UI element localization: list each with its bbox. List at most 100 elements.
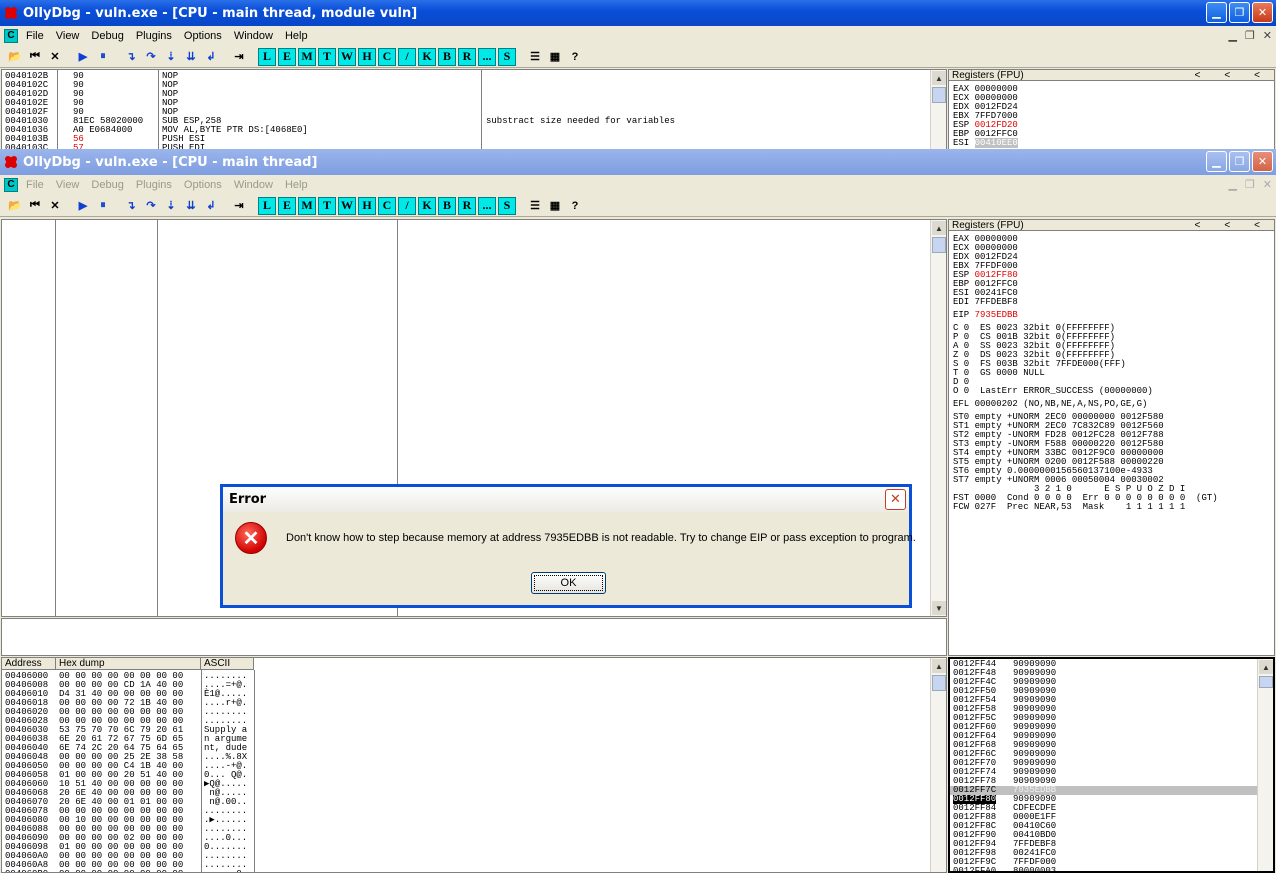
menu-options[interactable]: Options bbox=[184, 179, 222, 191]
stack-row[interactable]: 0012FF54 90909090 bbox=[950, 696, 1259, 705]
flag-row[interactable]: O 0 LastErr ERROR_SUCCESS (00000000) bbox=[953, 387, 1218, 396]
close-button[interactable]: ✕ bbox=[1252, 151, 1273, 172]
register-row[interactable]: ESI 00410EE0 bbox=[953, 138, 1018, 148]
stack-row[interactable]: 0012FF8C 00410C60 bbox=[950, 822, 1259, 831]
tool-run-trace[interactable]: ... bbox=[478, 47, 496, 66]
tool-windows[interactable]: W bbox=[338, 47, 356, 66]
menu-view[interactable]: View bbox=[56, 179, 80, 191]
tool-handles[interactable]: H bbox=[358, 196, 376, 215]
disasm-row[interactable]: 0040102B 90 NOP bbox=[5, 72, 905, 81]
stack-row[interactable]: 0012FFA0 80000003 bbox=[950, 867, 1259, 872]
tool-references[interactable]: R bbox=[458, 196, 476, 215]
trace-into-icon[interactable]: ⇣ bbox=[162, 48, 180, 66]
menu-view[interactable]: View bbox=[56, 30, 80, 42]
menu-window[interactable]: Window bbox=[234, 179, 273, 191]
open-icon[interactable]: 📂 bbox=[6, 48, 24, 66]
trace-over-icon[interactable]: ⇊ bbox=[182, 197, 200, 215]
menu-help[interactable]: Help bbox=[285, 30, 308, 42]
dump-header-hex[interactable]: Hex dump bbox=[56, 658, 201, 670]
fpu-row[interactable]: FCW 027F Prec NEAR,53 Mask 1 1 1 1 1 1 bbox=[953, 503, 1218, 512]
reg-prev3-icon[interactable]: < bbox=[1254, 220, 1260, 231]
reg-prev2-icon[interactable]: < bbox=[1224, 70, 1230, 81]
restart-icon[interactable]: ⏮ bbox=[26, 48, 44, 66]
hex-dump-pane[interactable]: Address Hex dump ASCII 00406000 00 00 00 … bbox=[1, 657, 947, 873]
stack-row[interactable]: 0012FF84 CDFECDFE bbox=[950, 804, 1259, 813]
cpu-window-icon[interactable]: C bbox=[4, 177, 18, 192]
tool-cpu[interactable]: C bbox=[378, 196, 396, 215]
stack-row[interactable]: 0012FF6C 90909090 bbox=[950, 750, 1259, 759]
restore-button[interactable]: ❐ bbox=[1229, 2, 1250, 23]
tool-patches[interactable]: / bbox=[398, 47, 416, 66]
reg-prev3-icon[interactable]: < bbox=[1254, 70, 1260, 81]
minimize-button[interactable]: ▁ bbox=[1206, 151, 1227, 172]
help-icon[interactable]: ? bbox=[566, 48, 584, 66]
flag-row[interactable]: T 0 GS 0000 NULL bbox=[953, 369, 1218, 378]
dialog-title-bar[interactable]: Error ✕ bbox=[223, 484, 909, 512]
reg-prev-icon[interactable]: < bbox=[1194, 220, 1200, 231]
mdi-minimize-icon[interactable]: ▁ bbox=[1228, 29, 1236, 42]
dialog-close-button[interactable]: ✕ bbox=[885, 489, 906, 510]
stack-row[interactable]: 0012FF68 90909090 bbox=[950, 741, 1259, 750]
step-over-icon[interactable]: ↷ bbox=[142, 197, 160, 215]
tool-memory[interactable]: M bbox=[298, 47, 316, 66]
inner-registers-pane[interactable]: Registers (FPU) < < < EAX 00000000 ECX 0000… bbox=[948, 219, 1275, 656]
stack-row[interactable]: 0012FF9C 7FFDF000 bbox=[950, 858, 1259, 867]
disasm-row[interactable]: 0040102C 90 NOP bbox=[5, 81, 905, 90]
menu-file[interactable]: File bbox=[26, 30, 44, 42]
tool-callstack[interactable]: K bbox=[418, 196, 436, 215]
menu-plugins[interactable]: Plugins bbox=[136, 30, 172, 42]
mdi-minimize-icon[interactable]: ▁ bbox=[1228, 178, 1236, 191]
menu-help[interactable]: Help bbox=[285, 179, 308, 191]
menu-options[interactable]: Options bbox=[184, 30, 222, 42]
list-icon[interactable]: ☰ bbox=[526, 197, 544, 215]
goto-icon[interactable]: ⇥ bbox=[230, 48, 248, 66]
tool-breakpoints[interactable]: B bbox=[438, 196, 456, 215]
stack-row[interactable]: 0012FF4C 90909090 bbox=[950, 678, 1259, 687]
appearance-icon[interactable]: ▦ bbox=[546, 197, 564, 215]
trace-into-icon[interactable]: ⇣ bbox=[162, 197, 180, 215]
close-button[interactable]: ✕ bbox=[1252, 2, 1273, 23]
tool-callstack[interactable]: K bbox=[418, 47, 436, 66]
reg-prev2-icon[interactable]: < bbox=[1224, 220, 1230, 231]
step-over-icon[interactable]: ↷ bbox=[142, 48, 160, 66]
stack-scrollbar[interactable]: ▲ bbox=[1257, 659, 1273, 871]
mdi-restore-icon[interactable]: ❐ bbox=[1245, 29, 1255, 42]
tool-log[interactable]: L bbox=[258, 47, 276, 66]
stack-row[interactable]: 0012FF88 0000E1FF bbox=[950, 813, 1259, 822]
inner-title-bar[interactable]: OllyDbg - vuln.exe - [CPU - main thread]… bbox=[0, 149, 1276, 175]
reg-prev-icon[interactable]: < bbox=[1194, 70, 1200, 81]
close-program-icon[interactable]: ✕ bbox=[46, 48, 64, 66]
stack-row[interactable]: 0012FF80 90909090 bbox=[950, 795, 1259, 804]
stack-row[interactable]: 0012FF50 90909090 bbox=[950, 687, 1259, 696]
dump-header-ascii[interactable]: ASCII bbox=[201, 658, 254, 670]
menu-file[interactable]: File bbox=[26, 179, 44, 191]
stack-row[interactable]: 0012FF64 90909090 bbox=[950, 732, 1259, 741]
goto-icon[interactable]: ⇥ bbox=[230, 197, 248, 215]
step-into-icon[interactable]: ↴ bbox=[122, 197, 140, 215]
disasm-row[interactable]: 00401036 A0 E0684000 MOV AL,BYTE PTR DS:[4… bbox=[5, 126, 905, 135]
tool-executables[interactable]: E bbox=[278, 47, 296, 66]
restart-icon[interactable]: ⏮ bbox=[26, 197, 44, 215]
outer-disassembler[interactable]: 0040102B 90 NOP 0040102C 90 NOP 0040102D 90 NOP 0… bbox=[1, 69, 947, 150]
register-row[interactable]: EDI 7FFDEBF8 bbox=[953, 298, 1218, 307]
stack-row[interactable]: 0012FF58 90909090 bbox=[950, 705, 1259, 714]
mdi-restore-icon[interactable]: ❐ bbox=[1245, 178, 1255, 191]
tool-breakpoints[interactable]: B bbox=[438, 47, 456, 66]
dump-header-address[interactable]: Address bbox=[2, 658, 56, 670]
tool-threads[interactable]: T bbox=[318, 196, 336, 215]
stack-row[interactable]: 0012FF70 90909090 bbox=[950, 759, 1259, 768]
efl-row[interactable]: EFL 00000202 (NO,NB,NE,A,NS,PO,GE,G) bbox=[953, 400, 1218, 409]
disasm-row[interactable]: 0040102D 90 NOP bbox=[5, 90, 905, 99]
stack-row[interactable]: 0012FF90 00410BD0 bbox=[950, 831, 1259, 840]
mdi-close-icon[interactable]: ✕ bbox=[1263, 29, 1272, 42]
stack-row[interactable]: 0012FF94 7FFDEBF8 bbox=[950, 840, 1259, 849]
stack-row[interactable]: 0012FF74 90909090 bbox=[950, 768, 1259, 777]
appearance-icon[interactable]: ▦ bbox=[546, 48, 564, 66]
cpu-window-icon[interactable]: C bbox=[4, 28, 18, 43]
menu-debug[interactable]: Debug bbox=[91, 179, 123, 191]
stack-pane[interactable]: 0012FF44 90909090 0012FF48 90909090 0012FF4C… bbox=[948, 657, 1275, 873]
ok-button[interactable]: OK bbox=[531, 572, 606, 594]
disasm-row[interactable]: 0040102E 90 NOP bbox=[5, 99, 905, 108]
stack-row[interactable]: 0012FF98 00241FC0 bbox=[950, 849, 1259, 858]
menu-window[interactable]: Window bbox=[234, 30, 273, 42]
